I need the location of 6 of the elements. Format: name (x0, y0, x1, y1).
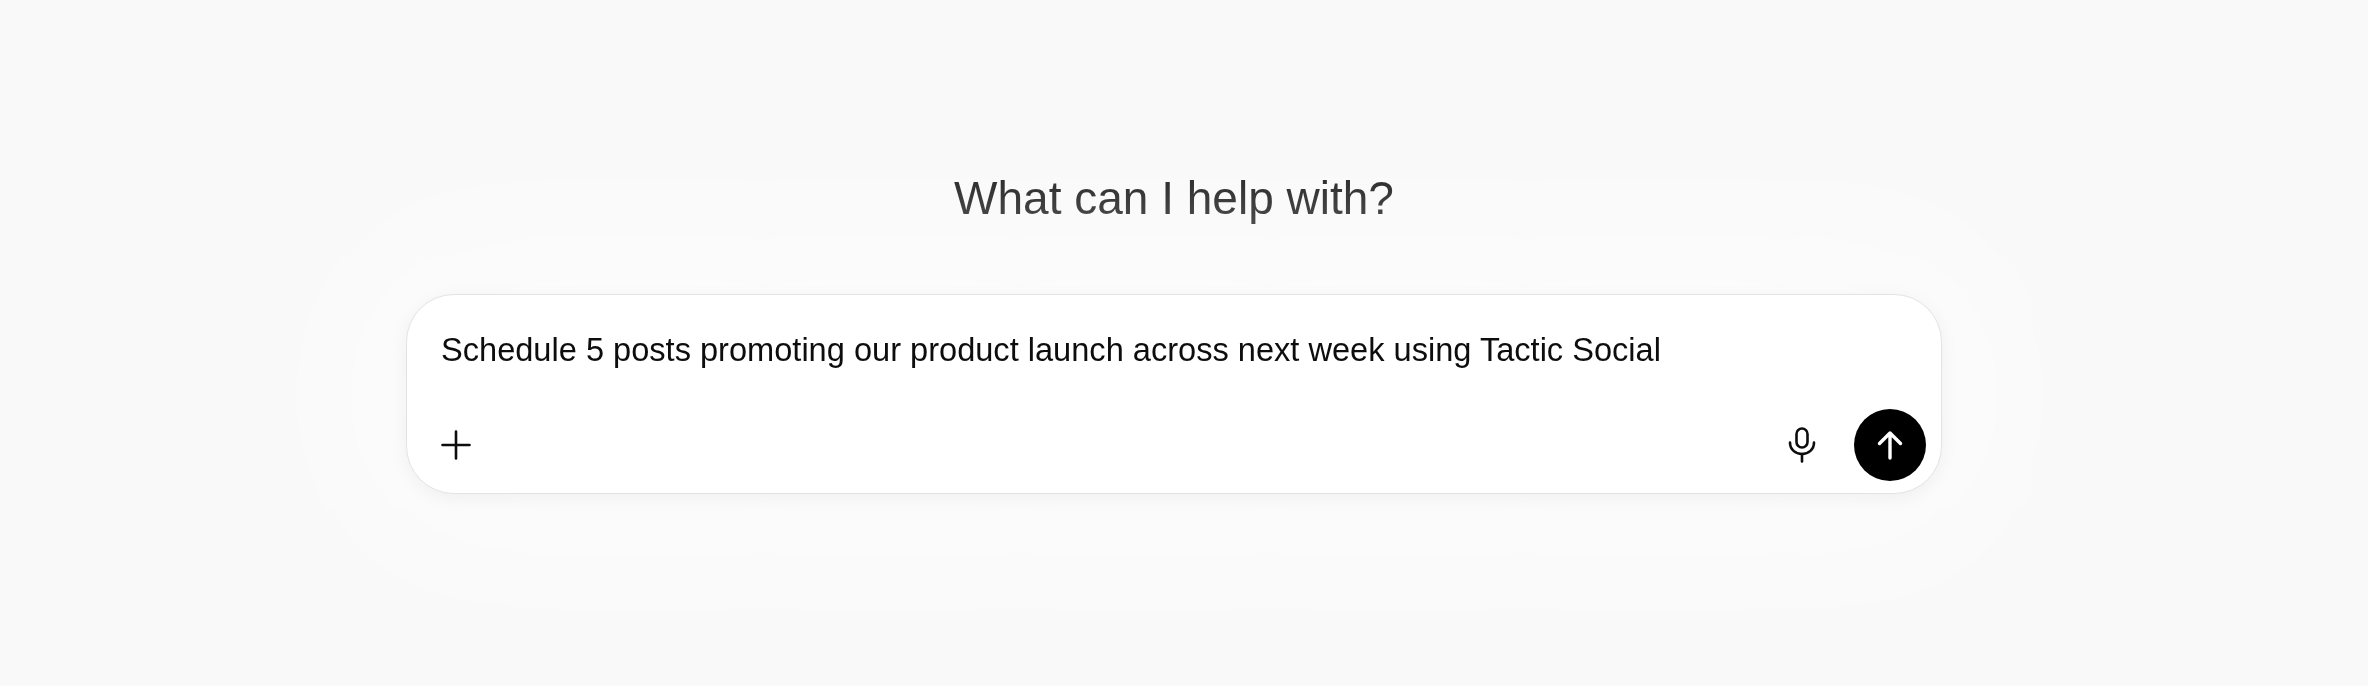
add-button[interactable] (438, 427, 474, 463)
page-heading: What can I help with? (954, 171, 1394, 226)
plus-icon (441, 430, 471, 460)
microphone-icon (1788, 427, 1816, 463)
message-input[interactable]: Schedule 5 posts promoting our product launch across next week using Tactic Social (407, 328, 1661, 372)
arrow-up-icon (1877, 430, 1903, 460)
